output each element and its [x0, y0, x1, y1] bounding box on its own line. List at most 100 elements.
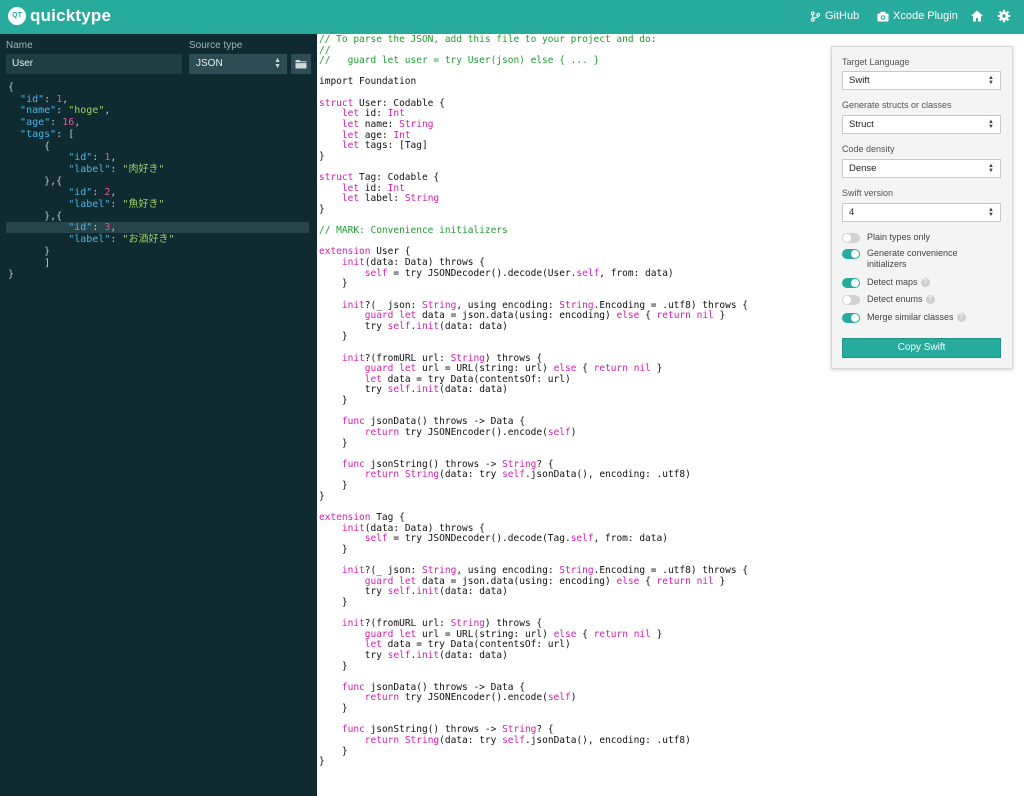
- source-type-value: JSON: [196, 58, 223, 69]
- code-line: init(data: Data) throws {: [341, 522, 485, 534]
- toggle-switch[interactable]: [842, 249, 860, 259]
- density-label: Code density: [842, 144, 895, 154]
- target-language-value: Swift: [849, 75, 870, 86]
- code-line: }: [319, 745, 348, 757]
- structs-select[interactable]: Struct ▲ ▼: [842, 115, 1001, 134]
- code-line: }: [319, 543, 348, 555]
- chevron-updown-icon: ▲ ▼: [988, 163, 994, 174]
- help-icon[interactable]: ?: [925, 295, 935, 305]
- code-line: return String(data: try self.jsonData(),…: [364, 734, 691, 746]
- option-toggle-row[interactable]: Detect maps?: [842, 277, 987, 291]
- folder-icon: [295, 60, 307, 69]
- json-line: "tags": [: [20, 128, 75, 140]
- code-line: guard let data = json.data(using: encodi…: [364, 575, 726, 587]
- toggle-switch[interactable]: [842, 233, 860, 243]
- toggle-label: Plain types only: [867, 232, 987, 243]
- toggle-knob: [851, 314, 859, 322]
- code-line: let data = try Data(contentsOf: url): [364, 373, 571, 385]
- help-icon[interactable]: ?: [920, 278, 930, 288]
- code-line: extension Tag {: [319, 511, 405, 523]
- option-toggle-row[interactable]: Merge similar classes?: [842, 312, 987, 326]
- target-language-label: Target Language: [842, 57, 910, 67]
- options-panel: Target Language Swift ▲ ▼ Generate struct…: [831, 46, 1013, 369]
- code-line: //: [319, 44, 331, 56]
- code-line: try self.init(data: data): [319, 649, 508, 661]
- code-line: let data = try Data(contentsOf: url): [364, 639, 571, 651]
- json-line: "id": 3,: [6, 222, 309, 234]
- code-line: // guard let user = try User(json) else …: [319, 55, 600, 67]
- json-line: "id": 2,: [68, 187, 117, 199]
- json-line: "id": 1,: [20, 93, 69, 105]
- code-line: try self.init(data: data): [319, 384, 508, 396]
- option-toggle-row[interactable]: Generate convenience initializers: [842, 248, 987, 269]
- toggle-label: Detect enums?: [867, 294, 987, 305]
- json-line: {: [8, 140, 51, 152]
- code-line: let label: String: [341, 193, 440, 205]
- app-title[interactable]: quicktype: [30, 6, 111, 26]
- code-line: self = try JSONDecoder().decode(User.sel…: [364, 267, 674, 279]
- structs-value: Struct: [849, 119, 874, 130]
- density-value: Dense: [849, 163, 877, 174]
- toggle-label: Generate convenience initializers: [867, 248, 987, 270]
- code-line: let name: String: [341, 118, 434, 130]
- code-line: try self.init(data: data): [319, 320, 508, 332]
- toggle-knob: [851, 279, 859, 287]
- name-label: Name: [6, 40, 33, 51]
- json-line: {: [8, 82, 15, 93]
- json-line: "label": "お酒好き": [68, 234, 175, 246]
- code-line: }: [319, 703, 348, 715]
- open-file-button[interactable]: [291, 54, 311, 74]
- copy-code-button[interactable]: Copy Swift: [842, 338, 1001, 358]
- code-line: let age: Int: [341, 129, 411, 141]
- github-link[interactable]: GitHub: [810, 10, 859, 22]
- xcode-plugin-link[interactable]: Xcode Plugin: [877, 10, 958, 22]
- density-select[interactable]: Dense ▲ ▼: [842, 159, 1001, 178]
- code-line: import Foundation: [319, 76, 417, 88]
- help-icon[interactable]: ?: [956, 313, 966, 323]
- swift-version-select[interactable]: 4 ▲ ▼: [842, 203, 1001, 222]
- code-line: func jsonString() throws -> String? {: [341, 458, 554, 470]
- code-line: init?(_ json: String, using encoding: St…: [341, 299, 749, 311]
- source-type-select[interactable]: JSON ▲ ▼: [189, 54, 287, 74]
- toggle-knob: [843, 296, 851, 304]
- code-line: // To parse the JSON, add this file to y…: [319, 34, 657, 45]
- code-line: guard let url = URL(string: url) else { …: [364, 363, 663, 375]
- toggle-label: Detect maps?: [867, 277, 987, 288]
- swift-version-value: 4: [849, 207, 855, 218]
- code-line: }: [319, 756, 325, 768]
- code-line: self = try JSONDecoder().decode(Tag.self…: [364, 533, 668, 545]
- json-line: "label": "魚好き": [68, 199, 165, 210]
- code-line: }: [319, 203, 325, 215]
- code-line: try self.init(data: data): [319, 586, 508, 598]
- code-line: }: [319, 660, 348, 672]
- option-toggle-row[interactable]: Detect enums?: [842, 294, 987, 308]
- code-line: init?(_ json: String, using encoding: St…: [341, 565, 749, 576]
- code-line: }: [319, 331, 348, 343]
- code-line: return try JSONEncoder().encode(self): [364, 692, 577, 704]
- json-line: }: [8, 269, 15, 281]
- quicktype-logo-icon[interactable]: QT: [8, 7, 26, 25]
- code-line: }: [319, 480, 348, 492]
- toggle-switch[interactable]: [842, 295, 860, 305]
- toggle-switch[interactable]: [842, 278, 860, 288]
- code-line: guard let data = json.data(using: encodi…: [364, 310, 726, 322]
- code-line: func jsonData() throws -> Data {: [341, 681, 525, 693]
- home-icon[interactable]: [970, 9, 984, 23]
- xcode-plugin-label: Xcode Plugin: [893, 10, 958, 22]
- json-line: "name": "hoge",: [20, 105, 111, 117]
- branch-icon: [810, 10, 821, 22]
- chevron-updown-icon: ▲ ▼: [274, 57, 281, 70]
- option-toggle-row[interactable]: Plain types only: [842, 232, 987, 246]
- code-line: extension User {: [319, 246, 411, 258]
- code-line: }: [319, 150, 325, 162]
- toggle-switch[interactable]: [842, 313, 860, 323]
- code-line: init?(fromURL url: String) throws {: [341, 618, 543, 630]
- swift-version-label: Swift version: [842, 188, 894, 198]
- json-line: }: [8, 245, 51, 257]
- target-language-select[interactable]: Swift ▲ ▼: [842, 71, 1001, 90]
- toggle-label: Merge similar classes?: [867, 312, 987, 323]
- json-line: "label": "肉好き": [68, 163, 165, 175]
- name-input[interactable]: User: [6, 54, 182, 74]
- gear-icon[interactable]: [997, 9, 1011, 23]
- json-line: "age": 16,: [20, 117, 81, 129]
